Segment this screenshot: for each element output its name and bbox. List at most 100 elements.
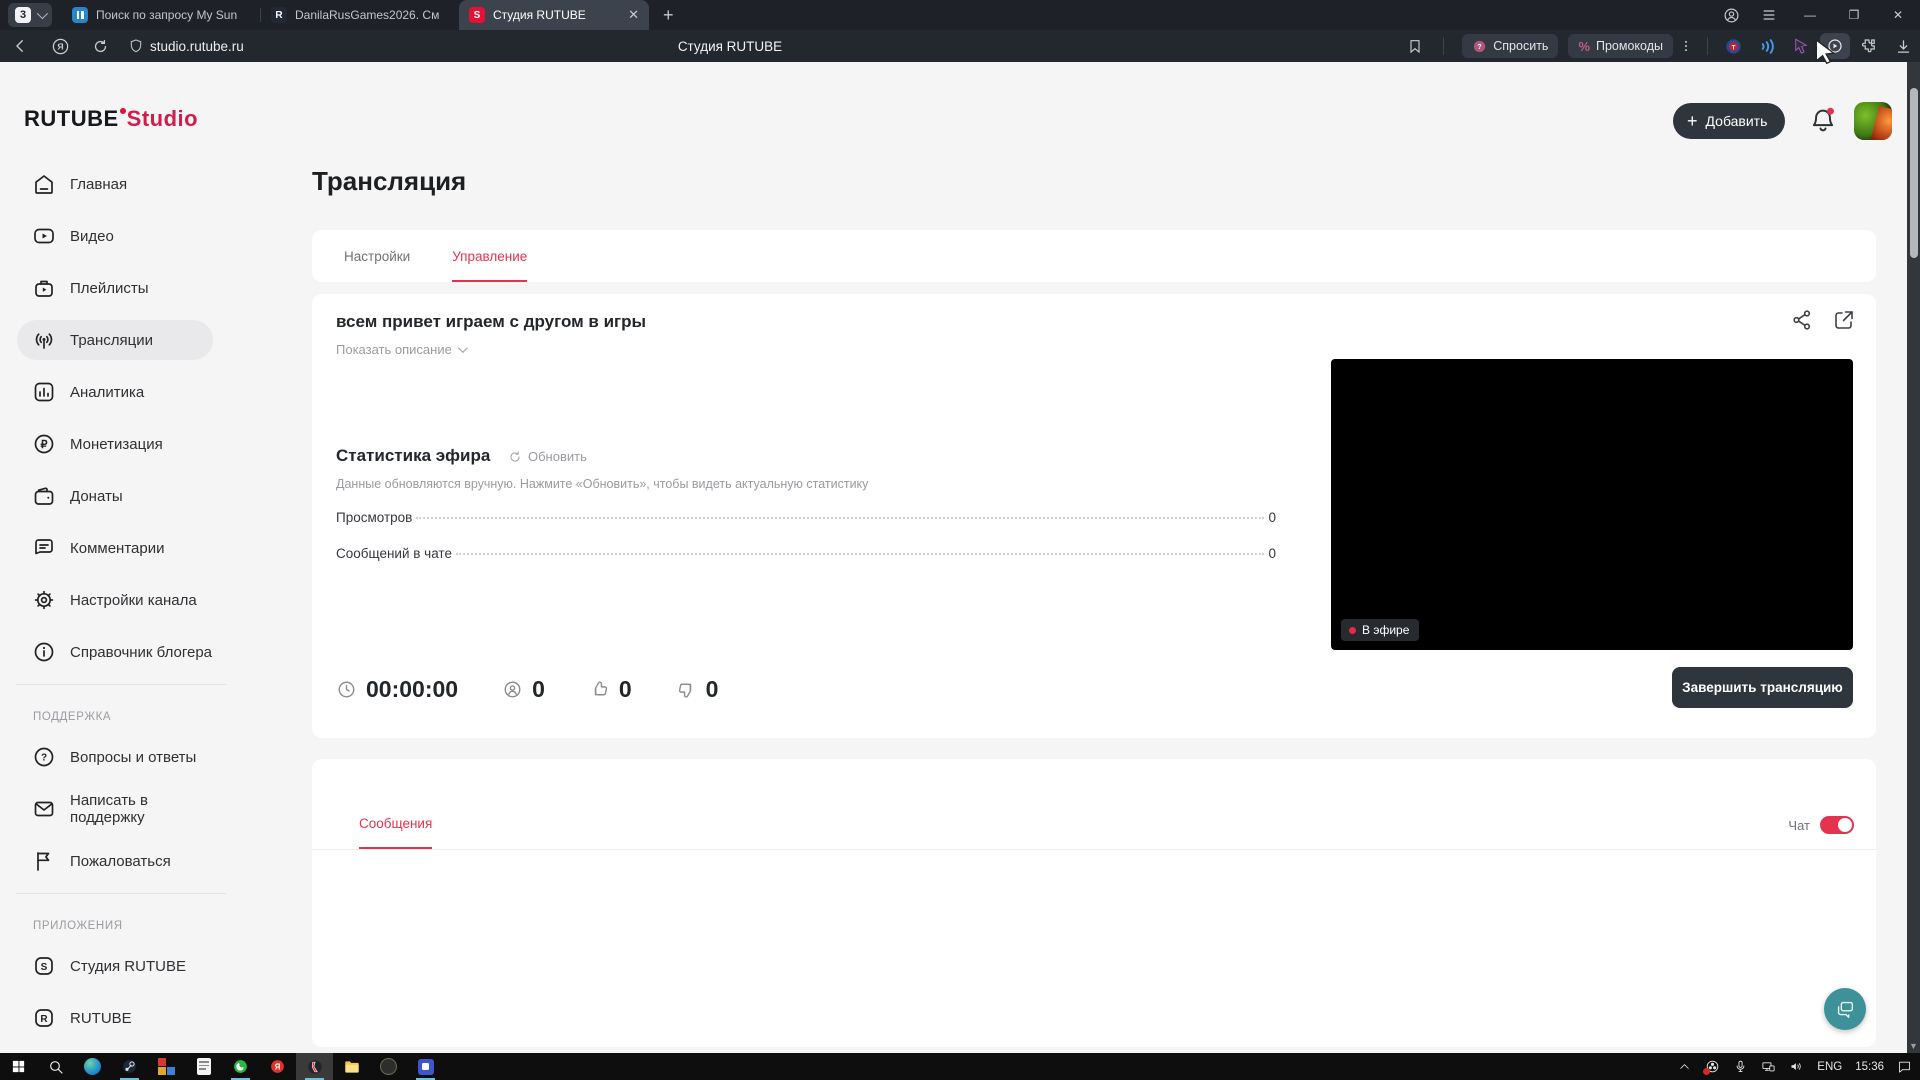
percent-icon: %	[1578, 39, 1590, 54]
scrollbar-down-arrow[interactable]: ▼	[1907, 1041, 1920, 1051]
comment-icon	[31, 535, 57, 561]
profile-icon[interactable]	[1712, 0, 1750, 30]
taskbar-yandex-browser-icon[interactable]	[296, 1053, 333, 1080]
volume-icon[interactable]	[1789, 1059, 1804, 1074]
sidebar-item-channel-settings[interactable]: Настройки канала	[17, 580, 213, 620]
sidebar-item-analytics[interactable]: Аналитика	[17, 372, 213, 412]
likes-count: 0	[619, 676, 632, 703]
sidebar-item-blogger-guide[interactable]: Справочник блогера	[17, 632, 213, 672]
sidebar-item-home[interactable]: Главная	[17, 164, 213, 204]
stats-note: Данные обновляются вручную. Нажмите «Обн…	[336, 477, 868, 491]
sidebar-item-monetization[interactable]: ₽ Монетизация	[17, 424, 213, 464]
taskbar-app-icon[interactable]	[370, 1053, 407, 1080]
tab-group-button[interactable]: 3	[8, 3, 52, 27]
browser-tab-active[interactable]: S Студия RUTUBE ✕	[459, 0, 649, 30]
add-button[interactable]: + Добавить	[1673, 103, 1785, 139]
more-options-icon[interactable]	[1673, 30, 1699, 62]
clock[interactable]: 15:36	[1855, 1061, 1884, 1073]
microphone-icon[interactable]	[1733, 1059, 1748, 1074]
page-title: Трансляция	[312, 166, 466, 197]
language-indicator[interactable]: ENG	[1817, 1061, 1842, 1073]
wallet-icon	[31, 483, 57, 509]
clock-icon	[336, 679, 357, 700]
tab-settings[interactable]: Настройки	[344, 230, 410, 282]
scrollbar-thumb[interactable]	[1910, 88, 1918, 258]
sidebar-item-label: Комментарии	[70, 540, 164, 557]
minimize-button[interactable]: —	[1788, 0, 1832, 30]
taskbar-whatsapp-icon[interactable]	[222, 1053, 259, 1080]
sidebar-item-contact-support[interactable]: Написать в поддержку	[17, 789, 213, 829]
taskbar-blue-app-icon[interactable]	[407, 1053, 444, 1080]
flag-icon	[31, 848, 57, 874]
chat-toggle[interactable]	[1820, 816, 1854, 834]
refresh-icon[interactable]	[80, 30, 120, 62]
taskbar-search-icon[interactable]	[37, 1053, 74, 1080]
close-button[interactable]: ✕	[1876, 0, 1920, 30]
bookmark-icon[interactable]	[1395, 30, 1435, 62]
tab-messages[interactable]: Сообщения	[359, 816, 432, 849]
page-scrollbar[interactable]: ▼	[1907, 62, 1920, 1053]
yandex-icon[interactable]: Я	[40, 30, 80, 62]
obs-icon[interactable]	[1705, 1059, 1720, 1074]
action-center-icon[interactable]	[1897, 1059, 1912, 1074]
extension-sound-icon[interactable]	[1750, 30, 1784, 62]
taskbar-yandex-icon[interactable]: Я	[259, 1053, 296, 1080]
avatar[interactable]	[1854, 102, 1892, 140]
ask-button[interactable]: ? Спросить	[1462, 34, 1558, 58]
sidebar-item-label: Монетизация	[70, 436, 163, 453]
stat-value: 0	[1268, 546, 1276, 561]
stat-label: Просмотров	[336, 510, 412, 525]
sidebar-item-playlists[interactable]: Плейлисты	[17, 268, 213, 308]
thumbs-up-icon[interactable]	[589, 679, 610, 700]
dotted-leader	[416, 517, 1264, 519]
taskbar-edge-icon[interactable]	[74, 1053, 111, 1080]
share-icon[interactable]	[1790, 308, 1814, 332]
extensions-puzzle-icon[interactable]	[1852, 30, 1886, 62]
thumbs-down-icon[interactable]	[676, 679, 697, 700]
taskbar-explorer-icon[interactable]	[333, 1053, 370, 1080]
tab-management[interactable]: Управление	[452, 230, 527, 282]
download-icon[interactable]	[1886, 30, 1920, 62]
maximize-button[interactable]: ❐	[1832, 0, 1876, 30]
external-link-icon[interactable]	[1832, 308, 1856, 332]
promo-button[interactable]: % Промокоды	[1568, 34, 1673, 58]
url-text: studio.rutube.ru	[150, 39, 244, 54]
rutube-studio-logo[interactable]: RUTUBE Studio	[24, 106, 198, 132]
home-icon	[31, 171, 57, 197]
notifications-bell-icon[interactable]	[1808, 104, 1838, 138]
sidebar-item-comments[interactable]: Комментарии	[17, 528, 213, 568]
browser-tab-2[interactable]: R DanilaRusGames2026. См	[261, 0, 459, 30]
stream-preview-player[interactable]: В эфире	[1331, 359, 1853, 650]
feedback-chat-button[interactable]	[1824, 988, 1866, 1030]
chat-bubbles-icon	[1834, 998, 1856, 1020]
tab-title: Поиск по запросу My Sun	[96, 8, 250, 22]
start-button[interactable]	[0, 1053, 37, 1080]
taskbar-steam-icon[interactable]	[111, 1053, 148, 1080]
browser-tab-1[interactable]: Поиск по запросу My Sun	[62, 0, 260, 30]
sidebar-item-label: Трансляции	[70, 332, 153, 349]
menu-icon[interactable]	[1750, 0, 1788, 30]
taskbar-notepad-icon[interactable]	[185, 1053, 222, 1080]
address-bar[interactable]: studio.rutube.ru Студия RUTUBE	[120, 30, 1395, 62]
stat-row-views: Просмотров 0	[336, 510, 1276, 525]
end-broadcast-button[interactable]: Завершить трансляцию	[1672, 667, 1853, 708]
logo-rutube: RUTUBE	[24, 106, 119, 132]
sidebar-item-label: Настройки канала	[70, 592, 197, 609]
network-icon[interactable]	[1761, 1059, 1776, 1074]
sidebar-item-rutube-app[interactable]: R RUTUBE	[17, 998, 213, 1038]
back-icon[interactable]	[0, 30, 40, 62]
sidebar-item-report[interactable]: Пожаловаться	[17, 841, 213, 881]
close-tab-icon[interactable]: ✕	[628, 7, 639, 23]
tray-expand-icon[interactable]	[1677, 1059, 1692, 1074]
show-description-link[interactable]: Показать описание	[336, 342, 465, 357]
sidebar-item-faq[interactable]: ? Вопросы и ответы	[17, 737, 213, 777]
taskbar-game-icon[interactable]	[148, 1053, 185, 1080]
sidebar-item-donations[interactable]: Донаты	[17, 476, 213, 516]
sidebar-item-video[interactable]: Видео	[17, 216, 213, 256]
sidebar-item-label: Вопросы и ответы	[70, 749, 196, 766]
refresh-stats-link[interactable]: Обновить	[508, 449, 587, 464]
extension-tampermonkey-icon[interactable]: T	[1716, 30, 1750, 62]
sidebar-item-studio-app[interactable]: S Студия RUTUBE	[17, 946, 213, 986]
new-tab-button[interactable]: +	[663, 5, 674, 26]
sidebar-item-broadcasts[interactable]: Трансляции	[17, 320, 213, 360]
